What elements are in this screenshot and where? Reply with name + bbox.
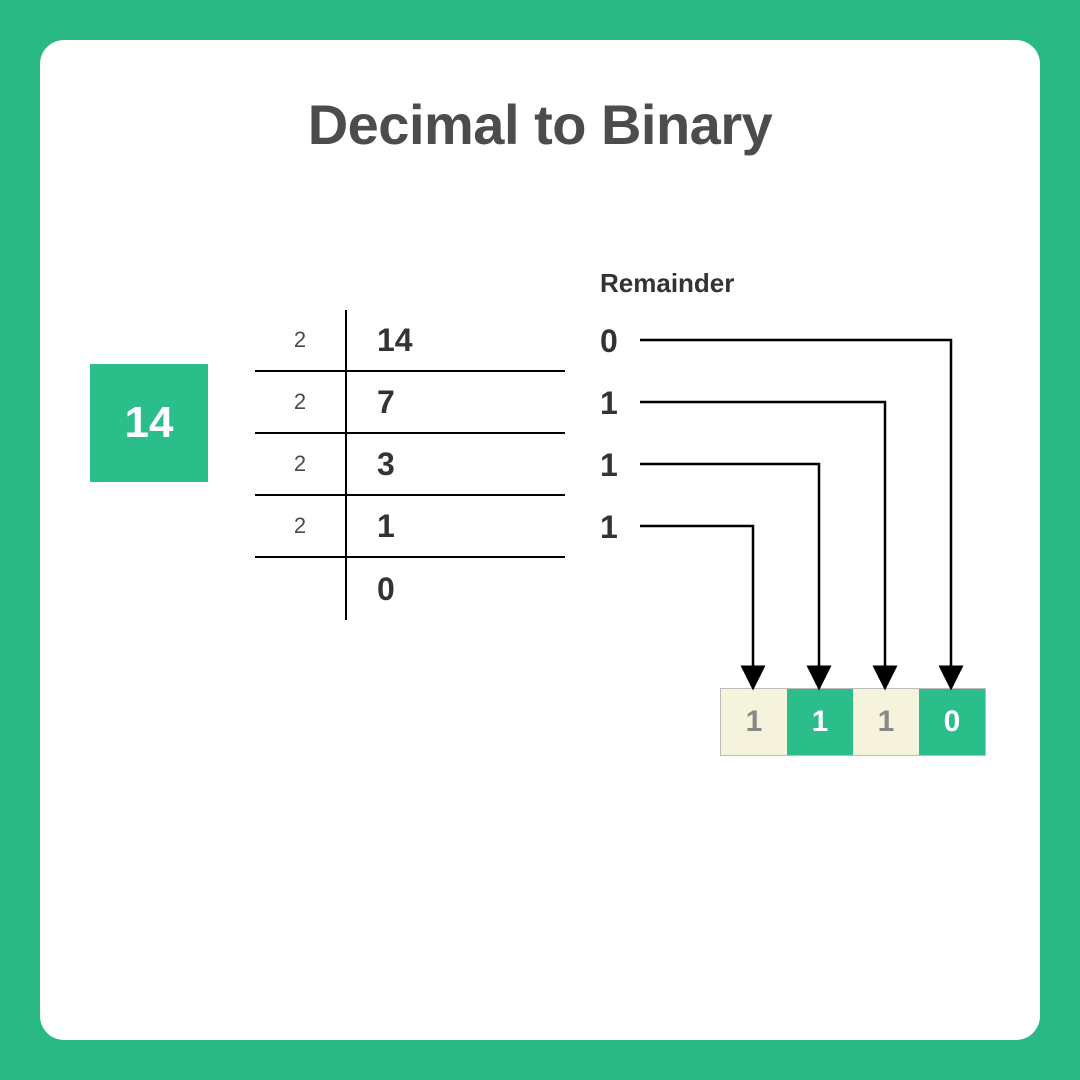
quotient-cell: 14 xyxy=(345,310,565,370)
quotient-cell: 1 xyxy=(345,496,565,556)
final-quotient-cell: 0 xyxy=(345,558,565,620)
quotient-cell: 3 xyxy=(345,434,565,494)
result-bit: 1 xyxy=(787,689,853,755)
arrow-icon xyxy=(640,340,951,678)
remainder-cell: 1 xyxy=(600,372,618,434)
remainder-heading: Remainder xyxy=(600,268,734,299)
result-bit: 1 xyxy=(721,689,787,755)
divisor-cell: 2 xyxy=(255,451,345,477)
division-table: 2 14 2 7 2 3 2 1 0 xyxy=(255,310,565,620)
result-bit: 0 xyxy=(919,689,985,755)
divisor-cell: 2 xyxy=(255,513,345,539)
division-row: 2 14 xyxy=(255,310,565,372)
remainder-column: 0 1 1 1 xyxy=(600,310,618,558)
remainder-cell: 1 xyxy=(600,434,618,496)
remainder-cell: 0 xyxy=(600,310,618,372)
decimal-value: 14 xyxy=(125,398,174,448)
result-bit: 1 xyxy=(853,689,919,755)
decimal-input-box: 14 xyxy=(90,364,208,482)
divisor-cell: 2 xyxy=(255,389,345,415)
page-title: Decimal to Binary xyxy=(40,92,1040,157)
division-row: 2 3 xyxy=(255,434,565,496)
arrow-icon xyxy=(640,526,753,678)
divisor-cell: 2 xyxy=(255,327,345,353)
division-row: 2 7 xyxy=(255,372,565,434)
division-row-final: 0 xyxy=(255,558,565,620)
remainder-cell: 1 xyxy=(600,496,618,558)
quotient-cell: 7 xyxy=(345,372,565,432)
arrow-icon xyxy=(640,464,819,678)
arrow-icon xyxy=(640,402,885,678)
division-row: 2 1 xyxy=(255,496,565,558)
diagram-card: Decimal to Binary 14 2 14 2 7 2 3 2 1 0 … xyxy=(40,40,1040,1040)
binary-result: 1 1 1 0 xyxy=(720,688,986,756)
